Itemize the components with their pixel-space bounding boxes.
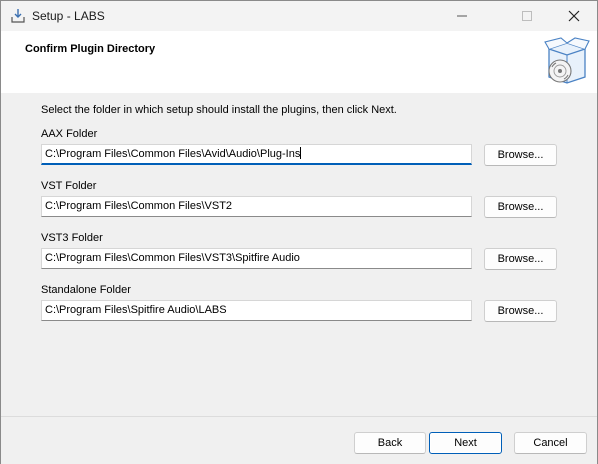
- minimize-icon: [457, 15, 467, 17]
- wizard-footer: Back Next Cancel: [1, 416, 597, 464]
- software-box-icon: [543, 37, 591, 87]
- installer-download-icon: [10, 8, 26, 24]
- aax-folder-label: AAX Folder: [41, 128, 98, 140]
- title-bar[interactable]: Setup - LABS: [1, 1, 597, 31]
- aax-browse-button[interactable]: Browse...: [484, 144, 557, 166]
- next-button[interactable]: Next: [429, 432, 502, 454]
- vst3-folder-input[interactable]: C:\Program Files\Common Files\VST3\Spitf…: [41, 248, 472, 269]
- instruction-text: Select the folder in which setup should …: [41, 104, 397, 116]
- standalone-folder-label: Standalone Folder: [41, 284, 131, 296]
- minimize-button[interactable]: [439, 1, 485, 31]
- window-title: Setup - LABS: [32, 9, 105, 23]
- vst-browse-button[interactable]: Browse...: [484, 196, 557, 218]
- vst-folder-label: VST Folder: [41, 180, 97, 192]
- close-button[interactable]: [551, 1, 597, 31]
- aax-folder-value: C:\Program Files\Common Files\Avid\Audio…: [45, 148, 301, 160]
- text-caret: [300, 147, 302, 159]
- back-button[interactable]: Back: [354, 432, 426, 454]
- vst3-browse-button[interactable]: Browse...: [484, 248, 557, 270]
- standalone-folder-input[interactable]: C:\Program Files\Spitfire Audio\LABS: [41, 300, 472, 321]
- setup-window: Setup - LABS Confirm Plugin Directory Se…: [0, 0, 598, 464]
- close-icon: [568, 10, 580, 22]
- vst3-folder-label: VST3 Folder: [41, 232, 103, 244]
- cancel-button[interactable]: Cancel: [514, 432, 587, 454]
- maximize-icon: [522, 11, 532, 21]
- maximize-button[interactable]: [504, 1, 550, 31]
- page-title: Confirm Plugin Directory: [25, 43, 156, 55]
- wizard-header: Confirm Plugin Directory: [1, 31, 597, 93]
- wizard-content: Select the folder in which setup should …: [1, 93, 597, 416]
- vst-folder-input[interactable]: C:\Program Files\Common Files\VST2: [41, 196, 472, 217]
- aax-folder-input[interactable]: C:\Program Files\Common Files\Avid\Audio…: [41, 144, 472, 165]
- standalone-browse-button[interactable]: Browse...: [484, 300, 557, 322]
